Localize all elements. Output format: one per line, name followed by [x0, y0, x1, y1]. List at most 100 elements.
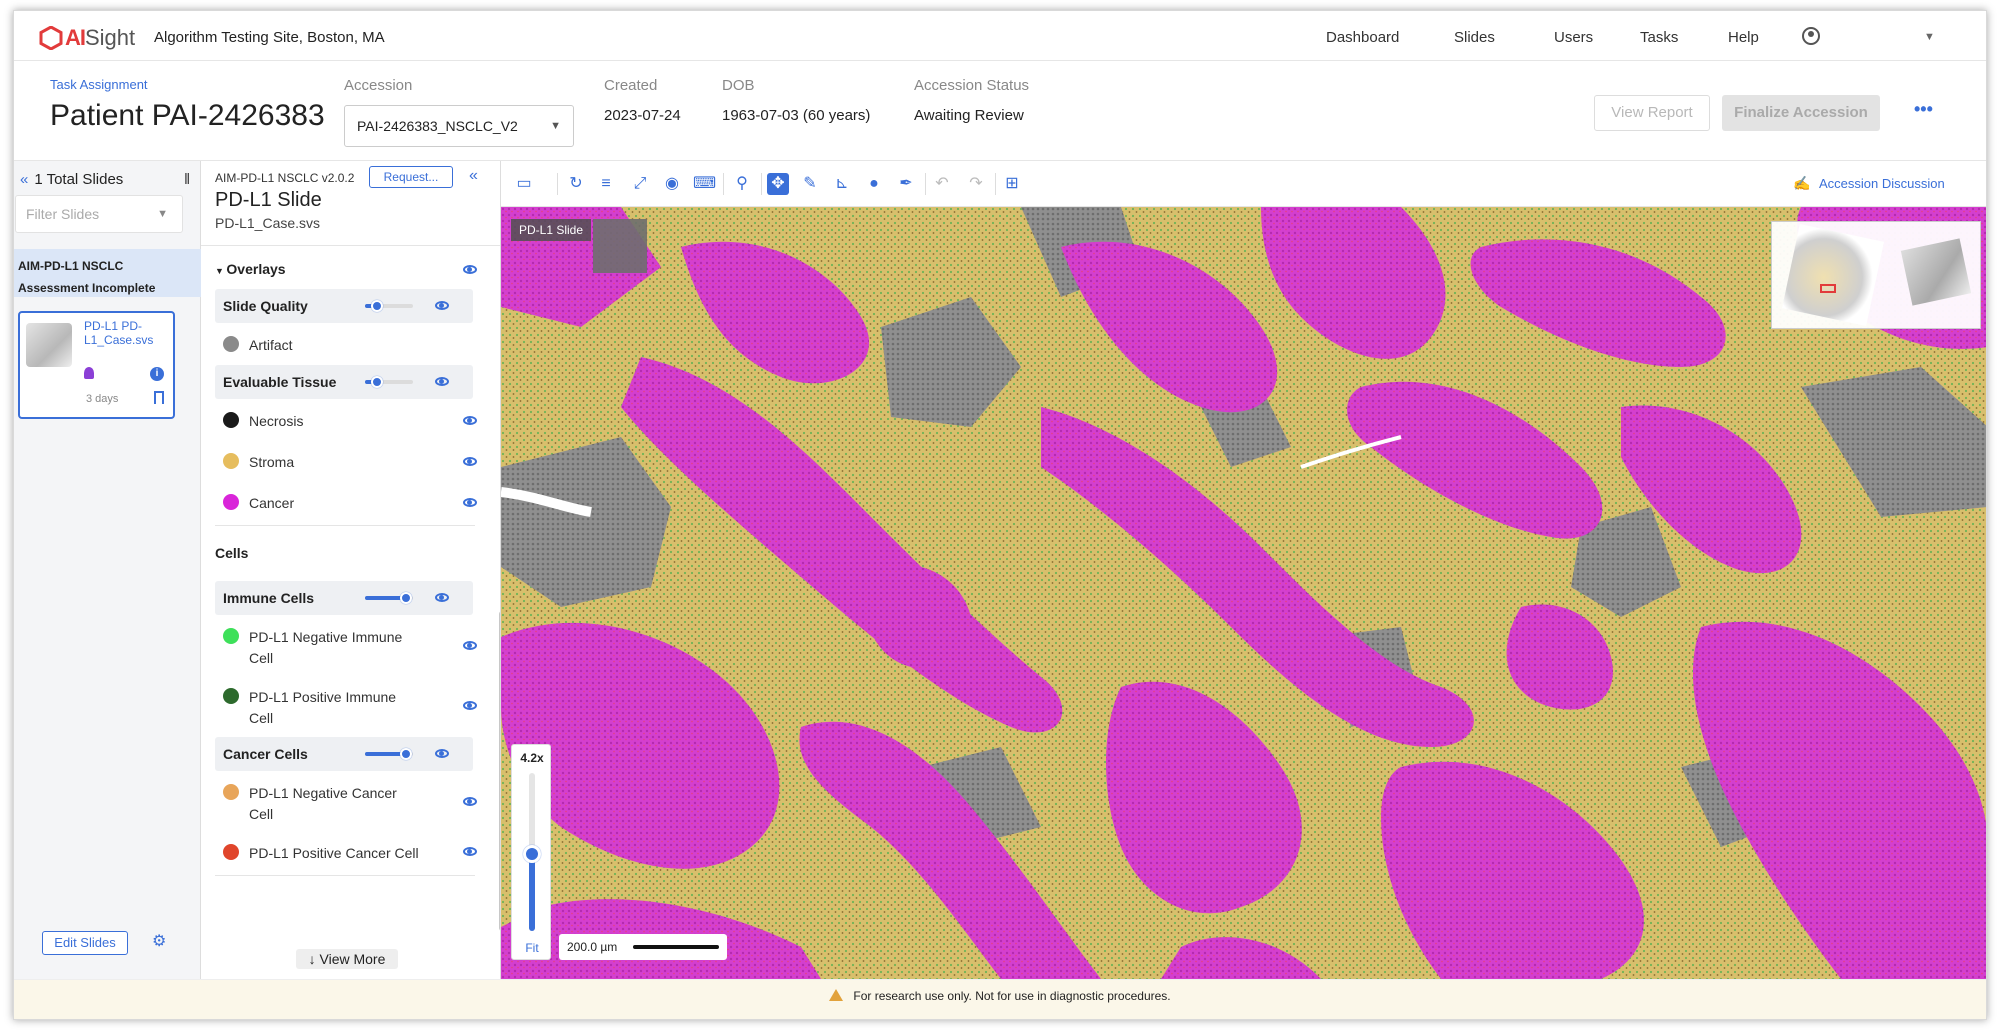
case-algorithm: AIM-PD-L1 NSCLC [18, 259, 124, 273]
viewer-toolbar: ▭ ↻ ≡ ⤢ ◉ ⌨ ⚲ ✥ ✎ ⊾ ● ✒ ↶ ↷ ⊞ ✍ Accessio… [501, 161, 1986, 207]
eye-icon[interactable] [463, 847, 477, 856]
nav-dashboard[interactable]: Dashboard [1326, 29, 1399, 46]
accession-status-value: Awaiting Review [914, 107, 1024, 124]
eye-icon[interactable] [463, 498, 477, 507]
edit-slides-button[interactable]: Edit Slides [42, 931, 128, 955]
divider [201, 245, 500, 246]
info-icon[interactable]: i [150, 367, 164, 381]
discussion-icon[interactable]: ✍ [1793, 175, 1810, 191]
layout-icon[interactable]: ⊞ [1001, 173, 1023, 195]
case-banner[interactable]: AIM-PD-L1 NSCLC Assessment Incomplete [14, 249, 201, 297]
filter-slides-select[interactable]: Filter Slides ▼ [15, 195, 183, 233]
comment-icon[interactable]: ● [863, 173, 885, 195]
slider-knob[interactable] [371, 300, 383, 312]
undo-icon[interactable]: ↶ [931, 173, 953, 195]
nav-users[interactable]: Users [1554, 29, 1593, 46]
request-button[interactable]: Request... [369, 166, 453, 188]
positive-cancer-label: PD-L1 Positive Cancer Cell [249, 845, 419, 861]
scale-bar-line [633, 945, 719, 949]
sync-icon[interactable]: ⚲ [731, 173, 753, 195]
view-more-button[interactable]: ↓ View More [296, 949, 398, 969]
site-name: Algorithm Testing Site, Boston, MA [154, 29, 385, 46]
accession-status-label: Accession Status [914, 77, 1030, 94]
scale-bar: 200.0 µm [559, 934, 727, 960]
aisight-logo[interactable]: AI Sight [39, 25, 135, 51]
view-more-label: View More [319, 951, 386, 967]
panel-resize-icon[interactable]: ‖ [184, 171, 190, 188]
user-account-icon[interactable] [1802, 27, 1820, 45]
pen-icon[interactable]: ✎ [799, 173, 821, 195]
accession-discussion-link[interactable]: Accession Discussion [1819, 176, 1945, 191]
cancer-color-swatch [223, 494, 239, 510]
collapse-left-icon[interactable]: « [20, 171, 28, 188]
gear-icon[interactable]: ⚙ [152, 934, 168, 950]
positive-immune-color-swatch [223, 688, 239, 704]
evaluable-tissue-opacity-slider[interactable] [365, 376, 413, 388]
overlays-section-toggle[interactable]: ▼ Overlays [215, 261, 286, 277]
slide-minimap[interactable] [1771, 221, 1981, 329]
slide-quality-opacity-slider[interactable] [365, 300, 413, 312]
rotate-icon[interactable]: ↻ [565, 173, 587, 195]
negative-cancer-label: PD-L1 Negative Cancer Cell [249, 785, 397, 822]
total-slides-header: « 1 Total Slides [20, 171, 123, 188]
stroma-label: Stroma [249, 454, 295, 470]
nav-tasks[interactable]: Tasks [1640, 29, 1678, 46]
redo-icon[interactable]: ↷ [965, 173, 987, 195]
eye-icon[interactable] [463, 641, 477, 650]
ruler-icon[interactable]: ⊾ [831, 173, 853, 195]
camera-icon[interactable]: ◉ [661, 173, 683, 195]
annotate-icon[interactable]: ✒ [895, 173, 917, 195]
eye-icon[interactable] [463, 416, 477, 425]
person-icon [84, 367, 94, 379]
minimap-tissue-section [1900, 238, 1972, 306]
eye-icon[interactable] [435, 749, 449, 758]
scale-label: 200.0 µm [567, 940, 618, 954]
negative-cancer-color-swatch [223, 784, 239, 800]
nav-slides[interactable]: Slides [1454, 29, 1495, 46]
nav-help[interactable]: Help [1728, 29, 1759, 46]
zoom-fit-button[interactable]: Fit [512, 941, 552, 955]
eye-icon[interactable] [463, 265, 477, 274]
evaluable-tissue-group: Evaluable Tissue [215, 365, 473, 399]
minimap-viewport-indicator[interactable] [1820, 284, 1836, 293]
divider [215, 525, 475, 526]
overlays-section-label: Overlays [226, 261, 286, 277]
total-slides-label: 1 Total Slides [34, 171, 124, 188]
breadcrumb-task-assignment[interactable]: Task Assignment [50, 77, 148, 92]
finalize-accession-button[interactable]: Finalize Accession [1722, 95, 1880, 131]
more-options-icon[interactable]: ••• [1914, 99, 1933, 120]
bookmark-icon[interactable] [154, 391, 164, 404]
cancer-cells-opacity-slider[interactable] [365, 748, 413, 760]
eye-icon[interactable] [463, 701, 477, 710]
view-report-button[interactable]: View Report [1594, 95, 1710, 131]
immune-cells-opacity-slider[interactable] [365, 592, 413, 604]
slide-thumbnail-card[interactable]: PD-L1 PD-L1_Case.svs i 3 days [18, 311, 175, 419]
slide-quality-label: Slide Quality [223, 298, 308, 314]
logo-text-ai: AI [65, 25, 86, 50]
account-dropdown-icon[interactable]: ▼ [1924, 31, 1935, 43]
pan-tool-icon[interactable]: ✥ [767, 173, 789, 195]
accession-select[interactable]: PAI-2426383_NSCLC_V2 ▼ [344, 105, 574, 147]
display-settings-icon[interactable]: ▭ [513, 173, 535, 195]
adjustments-icon[interactable]: ≡ [595, 173, 617, 195]
slider-knob[interactable] [371, 376, 383, 388]
keyboard-icon[interactable]: ⌨ [693, 173, 716, 195]
collapse-panel-icon[interactable]: « [469, 167, 478, 185]
slider-knob[interactable] [399, 592, 412, 604]
eye-icon[interactable] [463, 457, 477, 466]
eye-icon[interactable] [435, 377, 449, 386]
eye-icon[interactable] [463, 797, 477, 806]
eye-icon[interactable] [435, 301, 449, 310]
zoom-slider-knob[interactable] [523, 845, 541, 863]
divider [215, 875, 475, 876]
evaluable-tissue-label: Evaluable Tissue [223, 374, 337, 390]
slide-title: PD-L1 Slide [215, 189, 322, 211]
slide-viewer[interactable]: PD-L1 Slide 4.2x Fit 200.0 µm [501, 207, 1986, 979]
cancer-cells-group: Cancer Cells [215, 737, 473, 771]
patient-title: Patient PAI-2426383 [50, 99, 325, 132]
slider-knob[interactable] [399, 748, 412, 760]
fullscreen-icon[interactable]: ⤢ [629, 173, 651, 195]
divider [925, 173, 926, 195]
warning-icon [829, 989, 844, 1001]
eye-icon[interactable] [435, 593, 449, 602]
